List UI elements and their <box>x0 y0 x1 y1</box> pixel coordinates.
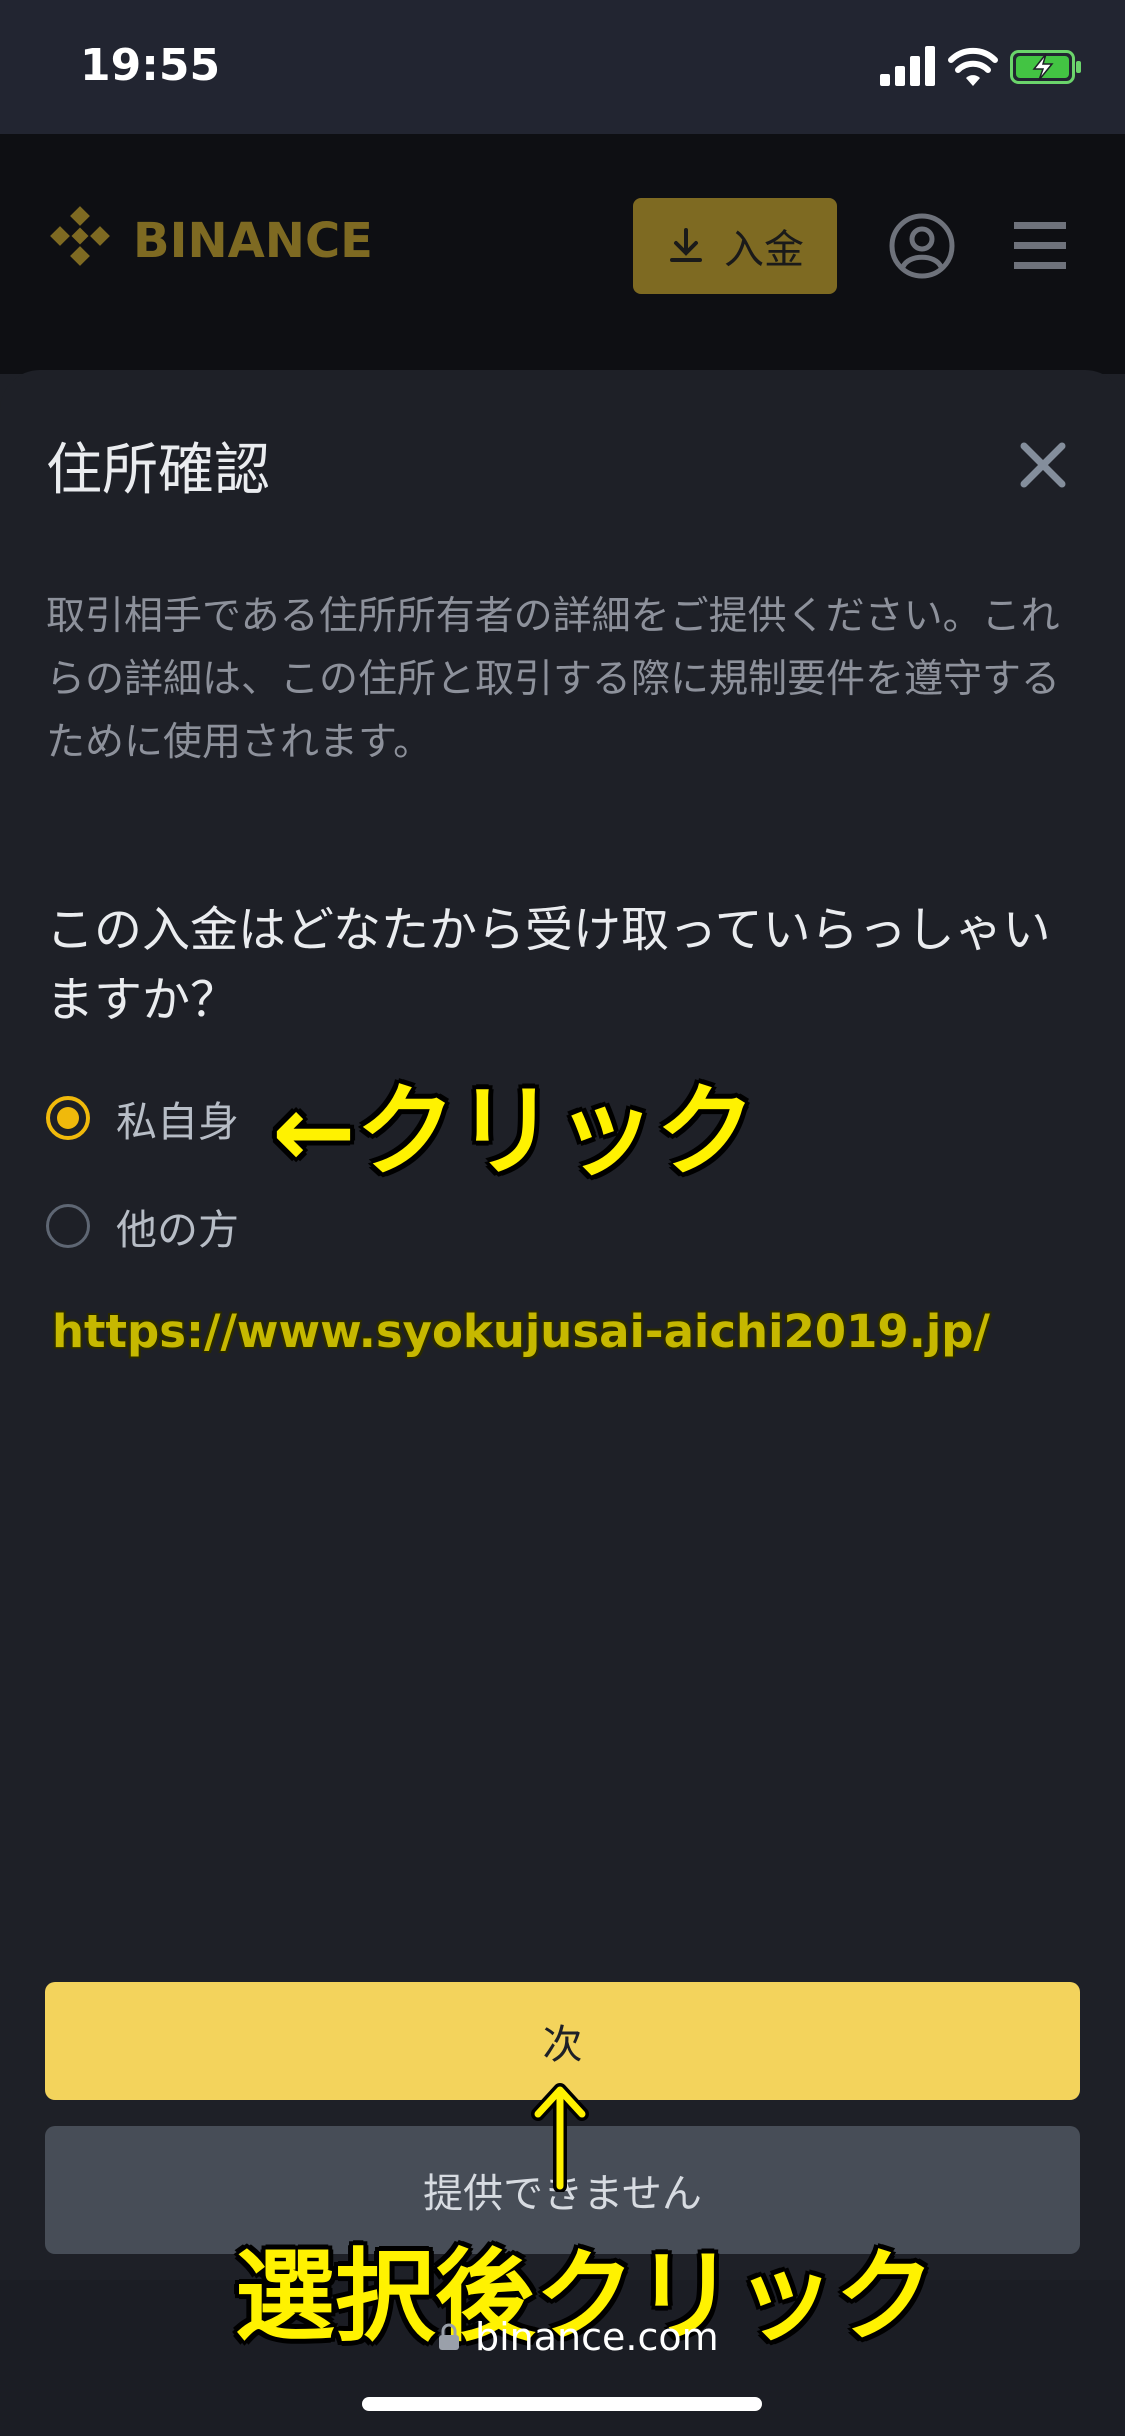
option-label: 他の方 <box>116 1206 239 1254</box>
annotation-click: ←クリック <box>272 1073 756 1190</box>
binance-logo[interactable]: BINANCE <box>45 205 415 285</box>
download-icon <box>670 228 702 262</box>
battery-charging-icon <box>1010 50 1081 84</box>
deposit-button[interactable]: 入金 <box>633 198 837 294</box>
cellular-signal-icon <box>880 46 935 86</box>
url-bar[interactable]: binance.com <box>437 2315 719 2359</box>
radio-selected[interactable] <box>46 1096 90 1140</box>
home-indicator[interactable] <box>362 2397 762 2411</box>
option-self[interactable]: 私自身 <box>46 1088 239 1148</box>
close-icon[interactable] <box>1016 438 1070 492</box>
question-text: この入金はどなたから受け取っていらっしゃいますか？ <box>46 902 1051 1028</box>
wifi-icon <box>948 47 998 86</box>
deposit-label: 入金 <box>724 228 804 272</box>
page-title: 住所確認 <box>46 438 270 503</box>
annotation-arrow-icon <box>531 2083 589 2192</box>
option-label: 私自身 <box>116 1098 239 1146</box>
watermark-url: https://www.syokujusai-aichi2019.jp/ <box>52 1305 990 1358</box>
hamburger-menu-icon[interactable] <box>1014 218 1066 274</box>
radio-unselected[interactable] <box>46 1204 90 1248</box>
domain-text: binance.com <box>475 2315 719 2359</box>
lock-icon <box>439 2323 459 2350</box>
status-time: 19:55 <box>80 40 221 91</box>
description-text: 取引相手である住所所有者の詳細をご提供ください。これらの詳細は、この住所と取引す… <box>46 594 1061 765</box>
option-other[interactable]: 他の方 <box>46 1196 239 1256</box>
logo-text: BINANCE <box>133 213 373 269</box>
account-icon[interactable] <box>888 212 956 280</box>
